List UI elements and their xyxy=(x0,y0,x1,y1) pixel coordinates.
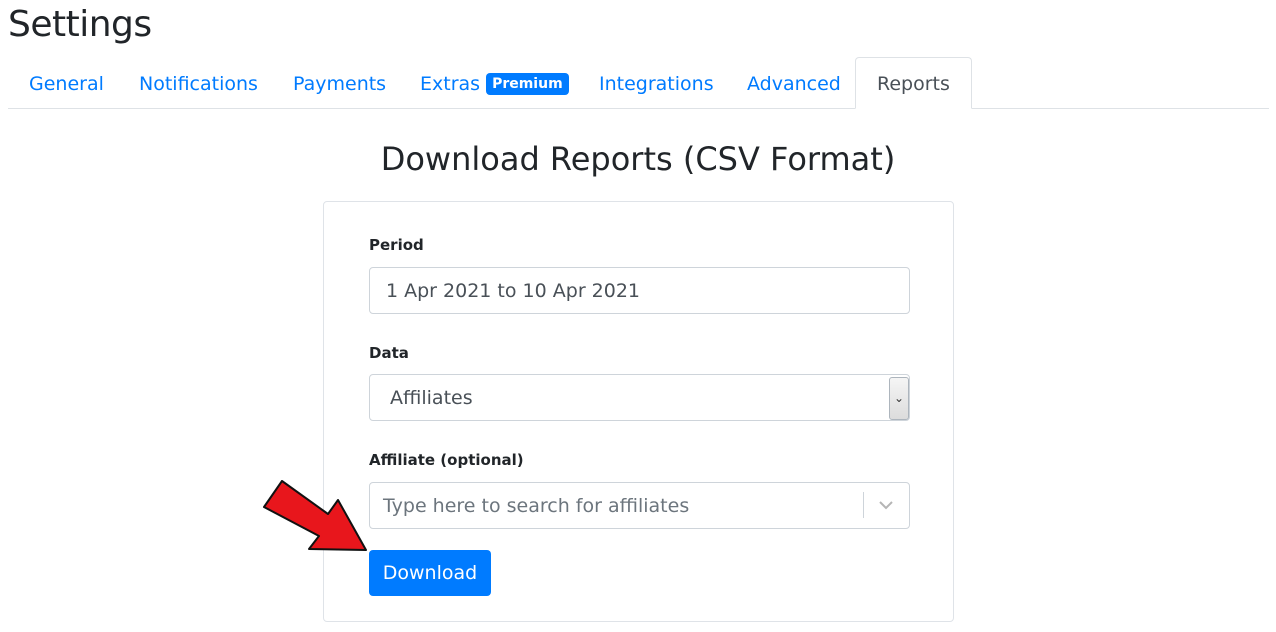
red-arrow-icon xyxy=(263,480,367,551)
data-select-value: Affiliates xyxy=(390,387,473,409)
tab-extras-label: Extras xyxy=(420,73,481,95)
chevron-down-icon[interactable] xyxy=(875,493,897,517)
tab-reports[interactable]: Reports xyxy=(855,57,972,109)
data-label: Data xyxy=(369,344,409,362)
chevron-down-icon[interactable]: ⌄ xyxy=(889,377,909,420)
affiliate-label: Affiliate (optional) xyxy=(369,451,524,469)
tab-notifications[interactable]: Notifications xyxy=(118,57,279,109)
tab-integrations[interactable]: Integrations xyxy=(578,57,735,109)
tab-payments[interactable]: Payments xyxy=(272,57,407,109)
tab-advanced[interactable]: Advanced xyxy=(726,57,862,109)
combo-separator xyxy=(863,492,864,518)
settings-tabs: General Notifications Payments Extras Pre… xyxy=(8,57,1269,109)
download-button[interactable]: Download xyxy=(369,550,491,596)
period-field[interactable] xyxy=(369,267,910,314)
report-form-card: Period Data Affiliates ⌄ Affiliate (opti… xyxy=(323,201,954,622)
period-input[interactable] xyxy=(370,268,909,313)
page-title: Settings xyxy=(8,4,152,45)
tab-general[interactable]: General xyxy=(8,57,125,109)
tab-extras[interactable]: Extras Premium xyxy=(399,57,590,109)
premium-badge: Premium xyxy=(486,73,569,95)
data-select[interactable]: Affiliates ⌄ xyxy=(369,374,910,421)
affiliate-search-input[interactable]: Type here to search for affiliates xyxy=(383,483,853,528)
affiliate-search-field[interactable]: Type here to search for affiliates xyxy=(369,482,910,529)
reports-heading: Download Reports (CSV Format) xyxy=(380,140,896,178)
period-label: Period xyxy=(369,236,424,254)
